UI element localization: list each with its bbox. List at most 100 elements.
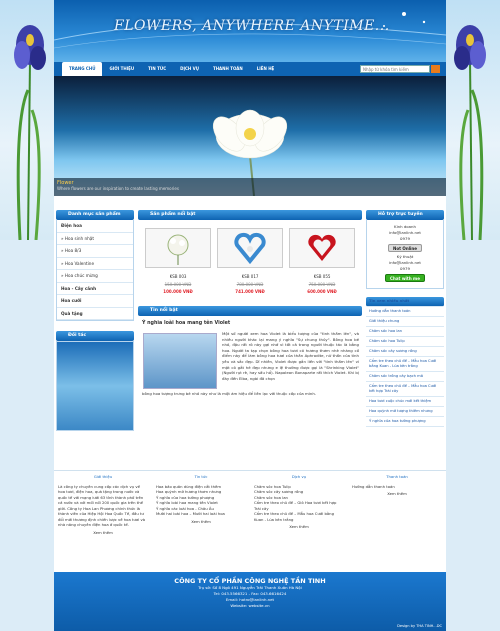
product-image[interactable]: [145, 228, 211, 268]
partner-title: Đối tác: [56, 331, 134, 341]
category-item[interactable]: » Hoa chúc mừng: [57, 270, 133, 283]
footer-col-news: Tin tức Hoa bảo quản dùng điện cắt thêm …: [152, 471, 250, 568]
most-viewed-item[interactable]: Chăm sóc hoa Tulip: [366, 337, 444, 347]
footer-columns: Giới thiệu Là công ty chuyên cung cấp cá…: [54, 470, 446, 568]
footer-col-about: Giới thiệu Là công ty chuyên cung cấp cá…: [54, 471, 152, 568]
product-price: 100.000 VNĐ: [163, 289, 193, 294]
news-body: Một số người xem hoa Violet là biểu tượn…: [138, 331, 362, 391]
product-card[interactable]: KSB 055 750.000 VNĐ 600.000 VNĐ: [289, 228, 355, 294]
most-viewed-item[interactable]: Ý nghĩa của hoa tường phượng: [366, 417, 444, 427]
news-heading[interactable]: Ý nghĩa loài hoa mang tên Violet: [142, 321, 358, 326]
most-viewed-box: Tin xem nhiều nhất Hướng dẫn thanh toán …: [366, 297, 444, 427]
nav-news[interactable]: TIN TỨC: [141, 62, 173, 76]
footer-link[interactable]: Cẩm tre theo chủ đề – Mẫu hoa Cưới bằng …: [254, 511, 344, 522]
partner-box: Đối tác: [56, 331, 134, 431]
product-old-price: 750.000 VNĐ: [308, 282, 336, 287]
copyright-footer: CÔNG TY CỔ PHẦN CÔNG NGHỆ TẦN TINH Trụ s…: [54, 572, 446, 631]
see-more-link[interactable]: Xem thêm: [156, 519, 246, 525]
most-viewed-title: Tin xem nhiều nhất: [366, 297, 444, 307]
news-title: Tin nổi bật: [138, 306, 362, 316]
design-credit: Design by THA TINH...DC: [397, 624, 442, 628]
most-viewed-item[interactable]: Cẩm tre theo chủ đề – Mẫu hoa Cưới kết h…: [366, 382, 444, 397]
footer-link[interactable]: Cẩm tre theo chủ đề – Giỏ Hoa tươi kết h…: [254, 500, 344, 511]
left-sidebar: Danh mục sản phẩm Điện hoa » Hoa sinh nh…: [56, 210, 134, 431]
right-sidebar: Hỗ trợ trực tuyến Kinh doanh info@lanlin…: [366, 210, 444, 427]
category-item[interactable]: Điện hoa: [57, 220, 133, 233]
site-header: FLOWERS, ANYWHERE ANYTIME...: [54, 0, 446, 62]
product-code: KSB 055: [313, 274, 331, 279]
product-old-price: 150.000 VNĐ: [164, 282, 192, 287]
news-text-continued: bông hoa tượng trưng bé nhỏ này như là m…: [142, 391, 317, 396]
category-item[interactable]: Quà tặng: [57, 308, 133, 320]
see-more-link[interactable]: Xem thêm: [58, 530, 148, 536]
product-price: 741.000 VNĐ: [235, 289, 265, 294]
most-viewed-item[interactable]: Giới thiệu chung: [366, 317, 444, 327]
news-image[interactable]: [143, 333, 217, 389]
product-old-price: 780.000 VNĐ: [236, 282, 264, 287]
company-website[interactable]: Website: website.vn: [54, 603, 446, 609]
banner-caption-text: Where flowers are our inspiration to cre…: [57, 186, 179, 191]
search-box: [360, 65, 440, 73]
product-card[interactable]: KSB 003 150.000 VNĐ 100.000 VNĐ: [145, 228, 211, 294]
footer-about-text: Là công ty chuyên cung cấp các dịch vụ v…: [58, 483, 146, 528]
product-card[interactable]: KSB 017 780.000 VNĐ 741.000 VNĐ: [217, 228, 283, 294]
footer-col-services: Dịch vụ Chăm sóc hoa Tulip Chăm sóc cây …: [250, 471, 348, 568]
tech-phone: 0979: [400, 266, 410, 271]
nav-home[interactable]: TRANG CHỦ: [62, 62, 103, 76]
search-button[interactable]: [431, 65, 440, 73]
footer-col-title: Tin tức: [194, 474, 208, 479]
categories-menu: Điện hoa » Hoa sinh nhật » Hoa 8/3 » Hoa…: [56, 220, 134, 321]
page-wrapper: FLOWERS, ANYWHERE ANYTIME... TRANG CHỦ G…: [54, 0, 446, 631]
most-viewed-item[interactable]: Chăm sóc cây sương rồng: [366, 347, 444, 357]
footer-link[interactable]: Mười hai loài hoa – Mười hai loài hoa: [156, 511, 246, 517]
nav-contact[interactable]: LIÊN HỆ: [250, 62, 282, 76]
featured-title: Sản phẩm nổi bật: [138, 210, 362, 220]
see-more-link[interactable]: Xem thêm: [352, 491, 442, 497]
company-name: CÔNG TY CỔ PHẦN CÔNG NGHỆ TẦN TINH: [174, 577, 326, 585]
nav-about[interactable]: GIỚI THIỆU: [102, 62, 141, 76]
category-item[interactable]: » Hoa 8/3: [57, 245, 133, 258]
nav-services[interactable]: DỊCH VỤ: [173, 62, 206, 76]
hero-banner: Flower Where flowers are our inspiration…: [54, 76, 446, 196]
product-code: KSB 017: [241, 274, 259, 279]
category-item[interactable]: Hoa cưới: [57, 295, 133, 308]
search-input[interactable]: [360, 65, 430, 73]
support-box: Kinh doanh info@lanlinh.net 0979 Not Onl…: [366, 220, 444, 289]
main-content: Sản phẩm nổi bật KSB 003 150.000 VNĐ 100…: [138, 210, 362, 397]
news-text: Một số người xem hoa Violet là biểu tượn…: [222, 331, 359, 381]
most-viewed-item[interactable]: Hướng dẫn thanh toán: [366, 307, 444, 317]
offline-status-button[interactable]: Not Online: [388, 244, 422, 252]
category-item[interactable]: Hoa - Cây cảnh: [57, 283, 133, 295]
product-price: 600.000 VNĐ: [307, 289, 337, 294]
partner-image[interactable]: [56, 341, 134, 431]
product-image[interactable]: [217, 228, 283, 268]
most-viewed-item[interactable]: Cẩm tre theo chủ đề – Mẫu hoa Cưới bằng …: [366, 357, 444, 372]
footer-col-title: Thanh toán: [386, 474, 408, 479]
product-list: KSB 003 150.000 VNĐ 100.000 VNĐ KSB 017 …: [138, 220, 362, 294]
banner-caption: Flower Where flowers are our inspiration…: [54, 178, 446, 196]
categories-title: Danh mục sản phẩm: [56, 210, 134, 220]
footer-col-title: Giới thiệu: [93, 474, 113, 479]
footer-link[interactable]: Hướng dẫn thanh toán: [352, 484, 442, 490]
content-columns: Danh mục sản phẩm Điện hoa » Hoa sinh nh…: [54, 210, 446, 465]
footer-col-payment: Thanh toán Hướng dẫn thanh toán Xem thêm: [348, 471, 446, 568]
chat-button[interactable]: Chat with me: [385, 274, 425, 282]
main-nav: TRANG CHỦ GIỚI THIỆU TIN TỨC DỊCH VỤ THA…: [54, 62, 446, 76]
nav-payment[interactable]: THANH TOÁN: [206, 62, 250, 76]
most-viewed-item[interactable]: Chăm sóc hoa lan: [366, 327, 444, 337]
support-title: Hỗ trợ trực tuyến: [366, 210, 444, 220]
most-viewed-item[interactable]: Chăm sóc trồng cây bạch mã: [366, 372, 444, 382]
site-title: FLOWERS, ANYWHERE ANYTIME...: [114, 18, 390, 34]
product-code: KSB 003: [169, 274, 187, 279]
product-image[interactable]: [289, 228, 355, 268]
see-more-link[interactable]: Xem thêm: [254, 524, 344, 530]
right-iris-decoration: [444, 0, 500, 240]
category-item[interactable]: » Hoa Valentine: [57, 258, 133, 270]
most-viewed-item[interactable]: Hoa quỳnh mở tượng thiêm nhưng: [366, 407, 444, 417]
news-box: Tin nổi bật Ý nghĩa loài hoa mang tên Vi…: [138, 306, 362, 397]
category-item[interactable]: » Hoa sinh nhật: [57, 233, 133, 245]
footer-col-title: Dịch vụ: [291, 474, 307, 479]
left-iris-decoration: [0, 0, 56, 240]
most-viewed-item[interactable]: Hoa tươi cuộc chúc mới kết thiệm: [366, 397, 444, 407]
sales-phone: 0979: [400, 236, 410, 241]
